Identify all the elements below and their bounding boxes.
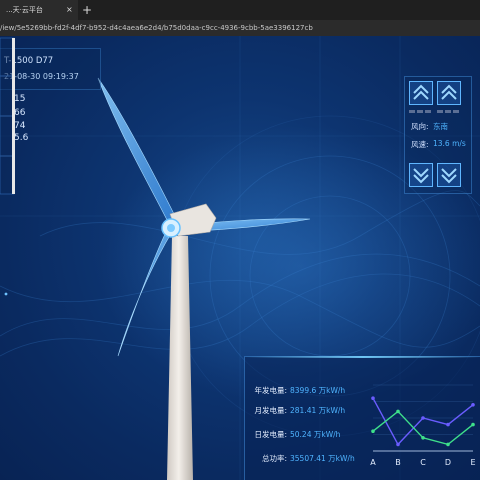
rotate-up-left-button[interactable] — [409, 81, 433, 105]
double-chevron-up-icon — [441, 84, 457, 100]
browser-tab-bar: ...天·云平台 × + — [0, 0, 480, 20]
rotate-up-right-button[interactable] — [437, 81, 461, 105]
chart-point — [371, 396, 375, 400]
yaw-control-panel: 风向: 东南 风速: 13.6 m/s — [404, 76, 472, 194]
chart-x-tick-label: D — [445, 458, 451, 467]
new-tab-button[interactable]: + — [82, 0, 92, 20]
double-chevron-down-icon — [413, 168, 429, 184]
chart-point — [421, 436, 425, 440]
dashboard-scene: T-1500 D77 21-08-30 09:19:37 15 66 74 5.… — [0, 36, 480, 480]
chart-point — [421, 416, 425, 420]
chart-point — [371, 429, 375, 433]
stat-label-year: 年发电量: — [254, 386, 287, 395]
chart-x-tick-label: A — [370, 458, 376, 467]
stat-value-year: 8399.6 万kW/h — [290, 386, 346, 395]
chart-point — [396, 442, 400, 447]
wind-speed-value: 13.6 m/s — [433, 139, 466, 148]
left-level-bar — [0, 37, 15, 195]
wind-direction-value: 东南 — [433, 122, 448, 131]
power-line-chart: A B C D E — [370, 384, 476, 467]
stat-label-month: 月发电量: — [254, 406, 287, 415]
power-stats-panel: 年发电量: 8399.6 万kW/h 月发电量: 281.41 万kW/h 日发… — [244, 356, 480, 480]
stat-value-total: 35507.41 万kW/h — [290, 454, 355, 463]
wind-speed-label: 风速: — [411, 140, 429, 149]
wind-direction-label: 风向: — [411, 122, 429, 131]
chart-x-tick-label: C — [420, 458, 426, 467]
stat-label-total: 总功率: — [261, 454, 287, 463]
double-chevron-up-icon — [413, 84, 429, 100]
rotate-down-right-button[interactable] — [437, 163, 461, 187]
stat-value-month: 281.41 万kW/h — [290, 406, 346, 415]
address-bar[interactable]: /iew/5e5269bb-fd2f-4df7-b952-d4c4aea6e2d… — [0, 20, 480, 36]
rotate-down-left-button[interactable] — [409, 163, 433, 187]
chart-point — [471, 422, 475, 427]
chart-point — [446, 442, 450, 447]
tab-title: ...天·云平台 — [6, 6, 43, 14]
address-text: /iew/5e5269bb-fd2f-4df7-b952-d4c4aea6e2d… — [0, 24, 313, 32]
browser-tab[interactable]: ...天·云平台 × — [0, 0, 78, 20]
chart-x-tick-label: E — [470, 458, 475, 467]
chart-point — [471, 403, 475, 407]
tab-close-icon[interactable]: × — [66, 0, 73, 20]
chart-point — [396, 409, 400, 414]
divider-dashes — [409, 110, 459, 113]
chart-x-tick-label: B — [395, 458, 401, 467]
double-chevron-down-icon — [441, 168, 457, 184]
chart-point — [446, 422, 450, 427]
stat-label-day: 日发电量: — [254, 430, 287, 439]
stat-value-day: 50.24 万kW/h — [290, 430, 341, 439]
